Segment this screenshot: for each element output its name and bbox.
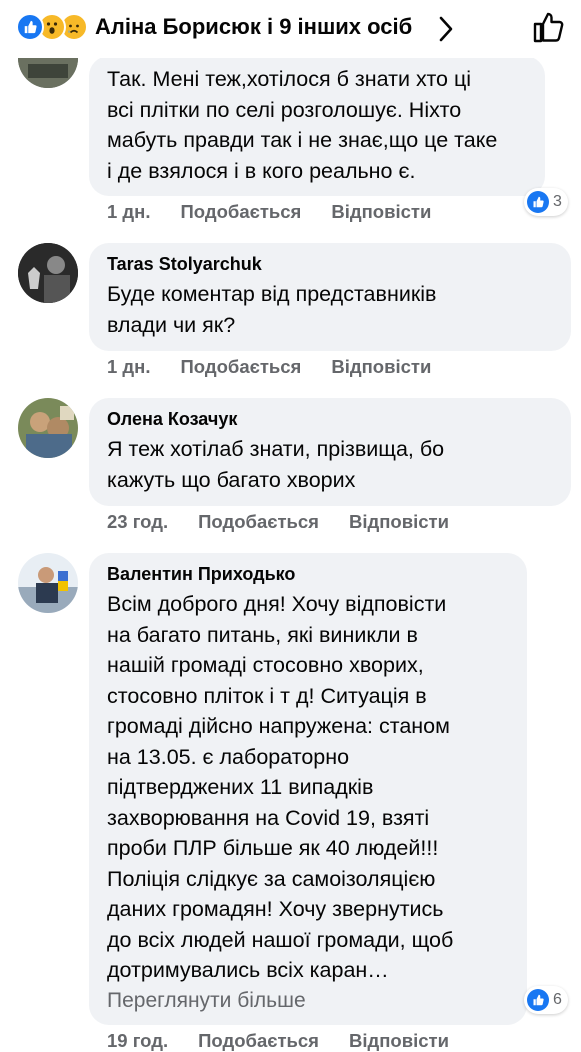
comment-text: Так. Мені теж,хотілося б знати хто ці вс… [107,67,498,183]
comment-bubble[interactable]: Валентин Приходько Всім доброго дня! Хоч… [89,553,527,1025]
comment-bubble[interactable]: Так. Мені теж,хотілося б знати хто ці вс… [89,56,545,196]
reactions-summary[interactable]: Аліна Борисюк і 9 інших осіб [95,14,412,40]
thumbs-up-icon[interactable] [532,10,566,49]
comment-actions: 1 дн. Подобається Відповісти [107,201,461,223]
comment-author[interactable]: Валентин Приходько [107,563,509,585]
timestamp[interactable]: 23 год. [107,511,168,533]
reply-button[interactable]: Відповісти [331,201,431,223]
like-button[interactable]: Подобається [181,356,302,378]
avatar[interactable] [18,553,78,613]
like-button[interactable]: Подобається [181,201,302,223]
reaction-icons [16,13,88,41]
like-icon [527,989,549,1011]
comment-text: Буде коментар від представників влади чи… [107,282,437,337]
comment-text: Я теж хотілаб знати, прізвища, бо кажуть… [107,437,445,492]
timestamp[interactable]: 1 дн. [107,201,151,223]
comment-actions: 1 дн. Подобається Відповісти [107,356,461,378]
reactions-header[interactable]: Аліна Борисюк і 9 інших осіб [0,0,581,58]
comment-text: Всім доброго дня! Хочу відповісти на баг… [107,592,454,982]
reaction-count[interactable]: 3 [524,188,568,216]
avatar[interactable] [18,243,78,303]
like-button[interactable]: Подобається [198,511,319,533]
like-icon [16,13,44,41]
timestamp[interactable]: 1 дн. [107,356,151,378]
comment-author[interactable]: Олена Козачук [107,408,553,430]
like-icon [527,191,549,213]
avatar[interactable] [18,398,78,458]
comment-author[interactable]: Taras Stolyarchuk [107,253,553,275]
see-more-link[interactable]: Переглянути більше [107,986,509,1016]
comment-bubble[interactable]: Taras Stolyarchuk Буде коментар від пред… [89,243,571,351]
reply-button[interactable]: Відповісти [331,356,431,378]
reaction-count[interactable]: 6 [524,986,568,1014]
chevron-right-icon[interactable] [438,15,454,48]
comment-bubble[interactable]: Олена Козачук Я теж хотілаб знати, прізв… [89,398,571,506]
reply-button[interactable]: Відповісти [349,511,449,533]
comment-actions: 23 год. Подобається Відповісти [107,511,479,533]
